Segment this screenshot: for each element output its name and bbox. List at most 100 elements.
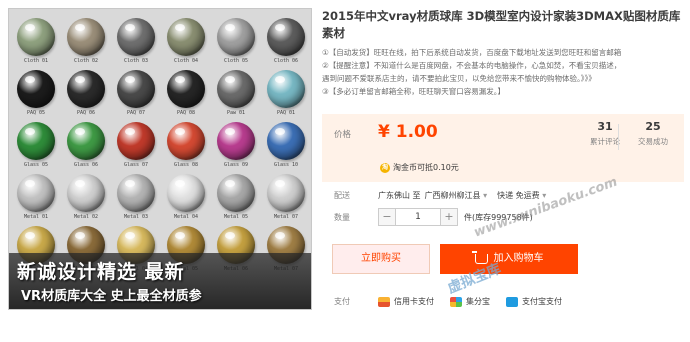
material-cell: PAQ 01 bbox=[263, 67, 309, 119]
pay-method-jifenbao[interactable]: 集分宝 bbox=[450, 296, 490, 307]
material-label: Glass 06 bbox=[73, 162, 99, 168]
increase-button[interactable]: + bbox=[440, 208, 458, 226]
quantity-input[interactable]: 1 bbox=[396, 208, 440, 226]
material-sphere bbox=[167, 174, 205, 212]
decrease-button[interactable]: − bbox=[378, 208, 396, 226]
material-sphere bbox=[17, 174, 55, 212]
material-sphere bbox=[67, 18, 105, 56]
product-info-panel: 2015年中文vray材质球库 3D模型室内设计家装3DMAX贴图材质库素材 ①… bbox=[322, 8, 684, 338]
ship-to-dropdown[interactable]: 广西柳州柳江县 bbox=[425, 190, 488, 201]
pay-method-label: 集分宝 bbox=[466, 297, 490, 306]
price-box: 价格 ¥ 1.00 31 累计评论 25 交易成功 淘 淘金币可抵0.10元 bbox=[322, 114, 684, 182]
material-label: Glass 08 bbox=[173, 162, 199, 168]
material-sphere bbox=[17, 70, 55, 108]
material-sphere bbox=[117, 122, 155, 160]
material-label: PAQ 08 bbox=[176, 110, 196, 116]
quantity-label: 数量 bbox=[334, 212, 350, 222]
pay-method-alipay[interactable]: 支付宝支付 bbox=[506, 296, 562, 307]
ship-from: 广东佛山 至 bbox=[378, 191, 421, 200]
material-cell: Paw 01 bbox=[213, 67, 259, 119]
pay-method-label: 支付宝支付 bbox=[522, 297, 562, 306]
material-cell: PAQ 08 bbox=[163, 67, 209, 119]
material-label: PAQ 06 bbox=[76, 110, 96, 116]
material-cell: Glass 06 bbox=[63, 119, 109, 171]
material-sphere bbox=[267, 18, 305, 56]
material-label: Metal 05 bbox=[223, 214, 249, 220]
material-cell: Glass 10 bbox=[263, 119, 309, 171]
material-cell: PAQ 07 bbox=[113, 67, 159, 119]
shipping-method-dropdown[interactable]: 快递 免运费 bbox=[497, 190, 546, 201]
reviews-stat[interactable]: 31 累计评论 bbox=[580, 120, 630, 147]
material-sphere bbox=[217, 18, 255, 56]
material-cell: Metal 04 bbox=[163, 171, 209, 223]
coin-icon: 淘 bbox=[380, 162, 390, 173]
desc-line: ③【多必订单留言邮箱全称，旺旺聊天窗口容易漏发。】 bbox=[322, 87, 505, 96]
material-cell: PAQ 05 bbox=[13, 67, 59, 119]
material-cell: Glass 09 bbox=[213, 119, 259, 171]
material-sphere bbox=[267, 70, 305, 108]
material-label: Glass 07 bbox=[123, 162, 149, 168]
sales-count: 25 bbox=[645, 120, 661, 133]
material-cell: Cloth 02 bbox=[63, 15, 109, 67]
material-label: Cloth 02 bbox=[73, 58, 99, 64]
material-cell: Metal 07 bbox=[263, 171, 309, 223]
desc-line: ①【自动发货】旺旺在线，拍下后系统自动发货，百度盘下载地址发送到您旺旺和留言邮箱 bbox=[322, 48, 622, 57]
taojinbi-row: 淘 淘金币可抵0.10元 bbox=[380, 162, 459, 173]
alipay-icon bbox=[506, 296, 518, 307]
material-label: PAQ 05 bbox=[26, 110, 46, 116]
stat-divider bbox=[618, 124, 619, 150]
banner-headline: 新诚设计精选 最新 bbox=[17, 261, 185, 283]
material-label: Cloth 04 bbox=[173, 58, 199, 64]
payment-label: 支付 bbox=[334, 297, 350, 306]
material-label: PAQ 07 bbox=[126, 110, 146, 116]
material-cell: Glass 05 bbox=[13, 119, 59, 171]
material-label: PAQ 01 bbox=[276, 110, 296, 116]
shipping-label: 配送 bbox=[334, 191, 350, 200]
desc-line: ②【提醒注意】不知道什么是百度网盘，不会基本的电脑操作，心急如焚，不看宝贝描述， bbox=[322, 61, 622, 70]
material-sphere bbox=[67, 70, 105, 108]
shipping-row: 配送 广东佛山 至 广西柳州柳江县 快递 免运费 bbox=[334, 190, 546, 201]
material-sphere bbox=[67, 174, 105, 212]
material-sphere bbox=[17, 18, 55, 56]
material-label: Cloth 06 bbox=[273, 58, 299, 64]
buy-now-button[interactable]: 立即购买 bbox=[332, 244, 430, 274]
material-label: Glass 05 bbox=[23, 162, 49, 168]
material-sphere bbox=[117, 70, 155, 108]
material-label: Metal 02 bbox=[73, 214, 99, 220]
material-sphere bbox=[167, 18, 205, 56]
product-title: 2015年中文vray材质球库 3D模型室内设计家装3DMAX贴图材质库素材 bbox=[322, 9, 681, 40]
coin-text: 淘金币可抵0.10元 bbox=[393, 163, 459, 172]
material-sphere bbox=[217, 70, 255, 108]
material-sphere bbox=[167, 70, 205, 108]
add-to-cart-button[interactable]: 加入购物车 bbox=[440, 244, 578, 274]
material-cell: PAQ 06 bbox=[63, 67, 109, 119]
product-description: ①【自动发货】旺旺在线，拍下后系统自动发货，百度盘下载地址发送到您旺旺和留言邮箱… bbox=[322, 46, 684, 98]
material-sphere bbox=[67, 122, 105, 160]
material-cell: Glass 08 bbox=[163, 119, 209, 171]
jifenbao-icon bbox=[450, 296, 462, 307]
material-cell: Cloth 06 bbox=[263, 15, 309, 67]
material-cell: Cloth 01 bbox=[13, 15, 59, 67]
payment-row: 支付 信用卡支付 集分宝 支付宝支付 bbox=[334, 296, 578, 307]
material-sphere-grid: Cloth 01 Cloth 02 Cloth 03 Cloth 04 Cloth 05… bbox=[13, 15, 309, 275]
banner-subheadline: VR材质库大全 史上最全材质参 bbox=[21, 289, 202, 304]
material-sphere bbox=[117, 18, 155, 56]
material-cell: Cloth 03 bbox=[113, 15, 159, 67]
material-label: Cloth 03 bbox=[123, 58, 149, 64]
reviews-count: 31 bbox=[597, 120, 613, 133]
material-cell: Metal 05 bbox=[213, 171, 259, 223]
material-sphere bbox=[17, 122, 55, 160]
price-value: ¥ 1.00 bbox=[378, 122, 438, 142]
material-label: Paw 01 bbox=[226, 110, 246, 116]
pay-method-credit[interactable]: 信用卡支付 bbox=[378, 296, 434, 307]
reviews-label: 累计评论 bbox=[590, 137, 620, 146]
material-label: Metal 01 bbox=[23, 214, 49, 220]
material-label: Cloth 05 bbox=[223, 58, 249, 64]
material-label: Glass 10 bbox=[273, 162, 299, 168]
product-image-gallery[interactable]: Cloth 01 Cloth 02 Cloth 03 Cloth 04 Cloth 05… bbox=[8, 8, 312, 310]
desc-line: 遇到问题不爱联系店主的，请不要拍此宝贝，以免给您带来不愉快的购物体验。》》》 bbox=[322, 74, 596, 83]
material-sphere bbox=[117, 174, 155, 212]
material-cell: Cloth 05 bbox=[213, 15, 259, 67]
quantity-stepper: − 1 + bbox=[378, 208, 458, 226]
material-label: Metal 04 bbox=[173, 214, 199, 220]
